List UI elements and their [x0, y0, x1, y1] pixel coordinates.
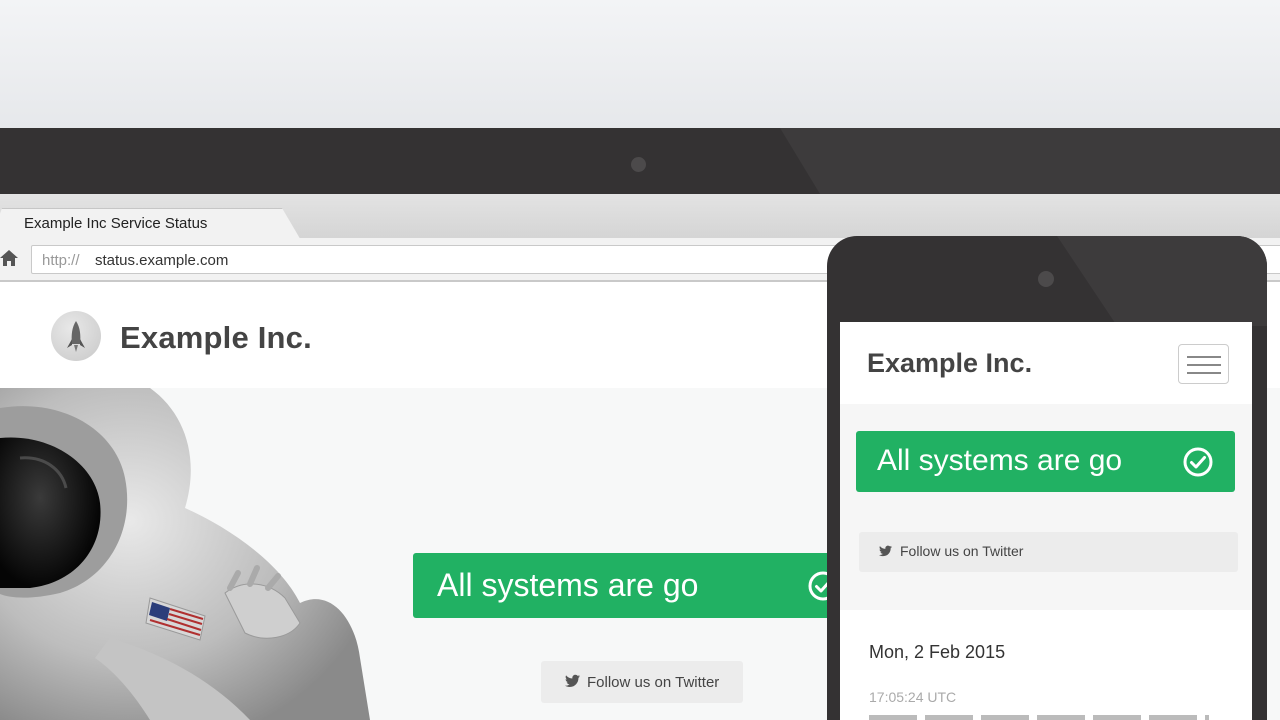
incident-text-cropped — [869, 715, 1209, 720]
mobile-status-banner: All systems are go — [856, 431, 1235, 492]
url-host: status.example.com — [95, 252, 229, 269]
mobile-site-name[interactable]: Example Inc. — [867, 348, 1032, 379]
mobile-header: Example Inc. — [840, 322, 1252, 404]
tab-title: Example Inc Service Status — [24, 215, 208, 232]
twitter-bird-icon — [879, 545, 892, 557]
incident-time: 17:05:24 UTC — [869, 689, 957, 705]
astronaut-illustration — [0, 388, 370, 720]
twitter-bird-icon — [565, 674, 580, 687]
phone-highlight — [1057, 236, 1267, 326]
mobile-twitter-follow-label: Follow us on Twitter — [900, 543, 1024, 559]
hamburger-menu-icon[interactable] — [1178, 344, 1229, 384]
rocket-logo-icon[interactable] — [51, 311, 101, 361]
status-banner: All systems are go — [413, 553, 893, 618]
mobile-status-text: All systems are go — [877, 444, 1123, 477]
check-circle-icon — [1183, 447, 1213, 477]
laptop-bezel — [0, 128, 1280, 194]
mobile-incident-entry: Mon, 2 Feb 2015 17:05:24 UTC — [840, 610, 1252, 720]
url-protocol: http:// — [42, 252, 80, 269]
tab-bar: Example Inc Service Status — [0, 194, 1280, 242]
twitter-follow-label: Follow us on Twitter — [587, 674, 720, 691]
phone-device: Example Inc. All systems are go Follow u… — [827, 236, 1267, 720]
status-text: All systems are go — [437, 567, 699, 603]
site-name[interactable]: Example Inc. — [120, 320, 312, 356]
bezel-highlight — [780, 128, 1280, 194]
background-wall — [0, 0, 1280, 128]
twitter-follow-button[interactable]: Follow us on Twitter — [541, 661, 743, 703]
incident-date: Mon, 2 Feb 2015 — [869, 642, 1006, 662]
phone-camera — [1038, 271, 1054, 287]
home-icon[interactable] — [0, 248, 19, 268]
laptop-camera — [631, 157, 646, 172]
mobile-screen: Example Inc. All systems are go Follow u… — [840, 322, 1252, 720]
mobile-twitter-follow-button[interactable]: Follow us on Twitter — [859, 532, 1238, 572]
